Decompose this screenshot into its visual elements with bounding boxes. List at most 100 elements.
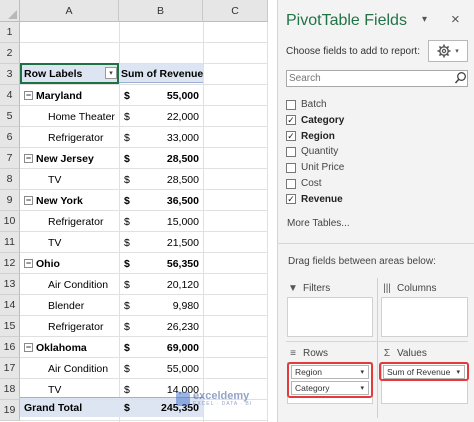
- category-row-label[interactable]: TV: [48, 169, 118, 190]
- tools-button[interactable]: ▾: [428, 40, 468, 62]
- column-header-b[interactable]: B: [119, 0, 203, 22]
- filters-label: Filters: [303, 282, 331, 294]
- category-row-label[interactable]: Refrigerator: [48, 127, 118, 148]
- sum-of-revenue-header[interactable]: Sum of Revenue: [121, 63, 203, 84]
- row-header[interactable]: 5: [0, 106, 20, 127]
- row-label-text: Oklahoma: [36, 341, 87, 354]
- row-header[interactable]: 8: [0, 169, 20, 190]
- revenue-value[interactable]: 9,980: [140, 295, 199, 316]
- revenue-value[interactable]: 56,350: [140, 253, 199, 274]
- row-header[interactable]: 7: [0, 148, 20, 169]
- areas-divider-horizontal: [286, 341, 468, 342]
- currency-symbol: $: [124, 257, 130, 270]
- row-label-text: New Jersey: [36, 152, 94, 165]
- revenue-value[interactable]: 69,000: [140, 337, 199, 358]
- collapse-icon[interactable]: −: [24, 343, 33, 352]
- collapse-icon[interactable]: −: [24, 154, 33, 163]
- row-header[interactable]: 16: [0, 337, 20, 358]
- category-row-label[interactable]: Refrigerator: [48, 211, 118, 232]
- field-item-category[interactable]: ✓ Category: [286, 113, 344, 128]
- field-checkbox[interactable]: [286, 178, 296, 189]
- values-highlight-box: [379, 362, 469, 381]
- field-item-cost[interactable]: Cost: [286, 176, 322, 191]
- row-header[interactable]: 13: [0, 274, 20, 295]
- collapse-icon[interactable]: −: [24, 91, 33, 100]
- revenue-value[interactable]: 15,000: [140, 211, 199, 232]
- row-header[interactable]: 15: [0, 316, 20, 337]
- grand-total-label[interactable]: Grand Total: [24, 397, 114, 418]
- row-header[interactable]: 17: [0, 358, 20, 379]
- revenue-value[interactable]: 22,000: [140, 106, 199, 127]
- filters-drop-zone[interactable]: [287, 297, 373, 337]
- row-label-text: TV: [48, 236, 62, 249]
- revenue-value[interactable]: 28,500: [140, 169, 199, 190]
- revenue-value[interactable]: 36,500: [140, 190, 199, 211]
- currency-symbol: $: [124, 194, 130, 207]
- field-checkbox[interactable]: [286, 146, 296, 157]
- region-row-label[interactable]: − Maryland: [24, 85, 118, 106]
- field-checkbox[interactable]: [286, 99, 296, 110]
- row-header[interactable]: 3: [0, 64, 20, 85]
- category-row-label[interactable]: Home Theater: [48, 106, 118, 127]
- row-header[interactable]: 14: [0, 295, 20, 316]
- field-item-quantity[interactable]: Quantity: [286, 144, 338, 159]
- spreadsheet-grid: A B C 1 2 3 4 5 6 7 8 9 10 11 12 13 14 15 16 17 18 19 Row …: [0, 0, 268, 422]
- row-header[interactable]: 19: [0, 400, 20, 421]
- field-item-revenue[interactable]: ✓ Revenue: [286, 192, 343, 207]
- category-row-label[interactable]: Air Condition: [48, 274, 118, 295]
- field-search-input[interactable]: [286, 70, 468, 87]
- region-row-label[interactable]: − New York: [24, 190, 118, 211]
- revenue-value[interactable]: 55,000: [140, 85, 199, 106]
- category-row-label[interactable]: Blender: [48, 295, 118, 316]
- columns-icon: |||: [383, 282, 391, 294]
- pane-options-caret-icon[interactable]: ▾: [422, 14, 427, 25]
- row-header[interactable]: 9: [0, 190, 20, 211]
- category-row-label[interactable]: TV: [48, 232, 118, 253]
- select-all-corner[interactable]: [0, 0, 20, 22]
- field-item-region[interactable]: ✓ Region: [286, 129, 335, 144]
- row-header[interactable]: 11: [0, 232, 20, 253]
- field-checkbox[interactable]: ✓: [286, 194, 296, 205]
- active-cell-selection: [20, 63, 119, 84]
- rows-area-label: ≡ Rows: [288, 346, 328, 360]
- row-label-text: Maryland: [36, 89, 83, 102]
- revenue-value[interactable]: 26,230: [140, 316, 199, 337]
- row-label-text: Home Theater: [48, 110, 115, 123]
- collapse-icon[interactable]: −: [24, 259, 33, 268]
- column-header-a[interactable]: A: [20, 0, 119, 22]
- row-header[interactable]: 6: [0, 127, 20, 148]
- field-checkbox[interactable]: ✓: [286, 115, 296, 126]
- region-row-label[interactable]: − Ohio: [24, 253, 118, 274]
- field-item-batch[interactable]: Batch: [286, 97, 327, 112]
- category-row-label[interactable]: Refrigerator: [48, 316, 118, 337]
- region-row-label[interactable]: − New Jersey: [24, 148, 118, 169]
- row-header[interactable]: 10: [0, 211, 20, 232]
- row-header[interactable]: 1: [0, 22, 20, 43]
- field-checkbox[interactable]: [286, 162, 296, 173]
- row-header[interactable]: 12: [0, 253, 20, 274]
- category-row-label[interactable]: Air Condition: [48, 358, 118, 379]
- revenue-value[interactable]: 20,120: [140, 274, 199, 295]
- drag-fields-text: Drag fields between areas below:: [288, 256, 436, 267]
- close-icon[interactable]: ×: [451, 11, 460, 28]
- currency-symbol: $: [124, 89, 130, 102]
- field-item-unit-price[interactable]: Unit Price: [286, 160, 344, 175]
- row-header[interactable]: 18: [0, 379, 20, 400]
- pane-splitter[interactable]: [268, 0, 278, 422]
- field-checkbox[interactable]: ✓: [286, 131, 296, 142]
- row-label-text: New York: [36, 194, 83, 207]
- row-header[interactable]: 4: [0, 85, 20, 106]
- column-header-c[interactable]: C: [203, 0, 268, 22]
- columns-drop-zone[interactable]: [381, 297, 468, 337]
- collapse-icon[interactable]: −: [24, 196, 33, 205]
- row-header[interactable]: 2: [0, 43, 20, 64]
- values-area-label: Σ Values: [382, 346, 427, 360]
- revenue-value[interactable]: 55,000: [140, 358, 199, 379]
- currency-symbol: $: [124, 131, 130, 144]
- revenue-value[interactable]: 28,500: [140, 148, 199, 169]
- columns-label: Columns: [397, 282, 437, 294]
- more-tables-link[interactable]: More Tables...: [287, 218, 350, 229]
- region-row-label[interactable]: − Oklahoma: [24, 337, 118, 358]
- revenue-value[interactable]: 21,500: [140, 232, 199, 253]
- revenue-value[interactable]: 33,000: [140, 127, 199, 148]
